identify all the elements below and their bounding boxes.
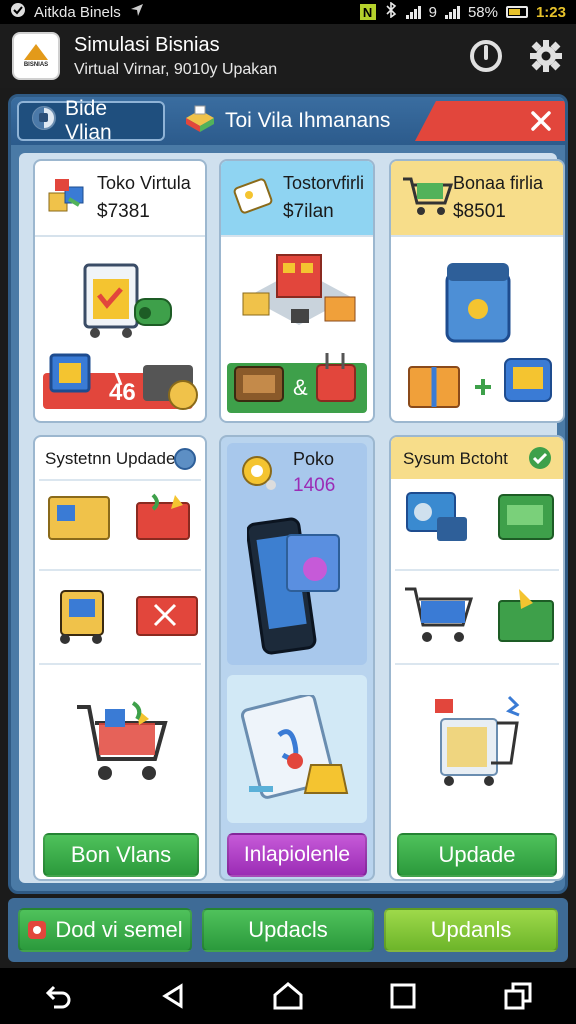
mailbox-icon: [441, 257, 517, 352]
business-grid: Toko Virtula $7381 46 Tostorvfirli $7ila…: [19, 153, 565, 883]
store-building-icon: [237, 247, 361, 348]
inlapiolenle-button[interactable]: Inlapiolenle: [227, 833, 367, 877]
card-title: Sysum Bctoht: [403, 449, 508, 468]
signal-icon: [405, 5, 421, 19]
shopping-list-icon: [427, 693, 537, 794]
bluetooth-icon: [384, 1, 398, 22]
printer-icon: [45, 585, 201, 652]
notification-icon: [10, 2, 26, 22]
tag-icon: [231, 173, 277, 219]
main-panel: Bide Vlian Toi Vila Ihmanans Toko Virtul…: [8, 94, 568, 894]
n-badge-icon: N: [359, 4, 376, 20]
card-title: Tostorvfirli: [283, 173, 365, 193]
shopping-cart-icon: [75, 699, 175, 794]
updanls-button[interactable]: Updanls: [384, 908, 558, 952]
card-systetnn-updade[interactable]: Systetnn Updade Bon Vlans: [33, 435, 207, 881]
globe-icon: [31, 105, 57, 137]
card-title: Poko: [293, 449, 335, 469]
battery-icon: [505, 6, 528, 18]
app-logo: BISNIAS: [12, 32, 60, 80]
card-subtitle: 1406: [293, 475, 336, 496]
signal-icon-2: [444, 5, 460, 19]
bon-vlans-button[interactable]: Bon Vlans: [43, 833, 199, 877]
triangle-back-icon[interactable]: [153, 976, 193, 1016]
card-badge-number: 46: [109, 379, 136, 406]
multiwindow-icon[interactable]: [498, 976, 538, 1016]
dod-vi-semel-button[interactable]: Dod vi semel: [18, 908, 192, 952]
back-icon[interactable]: [38, 976, 78, 1016]
system-nav-bar: [0, 968, 576, 1024]
app-subtitle: Virtual Virnar, 9010y Upakan: [74, 60, 278, 78]
shopping-bag-icon: [79, 255, 179, 350]
svg-text:&: &: [293, 375, 308, 400]
card-title: Toko Virtula: [97, 173, 191, 193]
card-bonaa-firlia[interactable]: Bonaa firlia $8501: [389, 159, 565, 423]
safe-cash-icon: [403, 487, 559, 558]
status-app-label: Aitkda Binels: [34, 3, 121, 21]
status-bar: Aitkda Binels N 9 58% 1:23: [0, 0, 576, 24]
card-sysum-bctoht[interactable]: Sysum Bctoht Updade: [389, 435, 565, 881]
card-price: $8501: [453, 201, 506, 222]
record-icon: [27, 920, 47, 940]
gift-box-icon: [45, 173, 91, 219]
tab-bar: Bide Vlian Toi Vila Ihmanans: [11, 97, 565, 145]
gear-coins-icon: [237, 449, 277, 498]
tab-bide-vlian[interactable]: Bide Vlian: [17, 97, 165, 144]
card-toko-virtula[interactable]: Toko Virtula $7381 46: [33, 159, 207, 423]
card-title: Bonaa firlia: [453, 173, 544, 193]
gear-icon[interactable]: [528, 38, 564, 74]
card-price: $7ilan: [283, 201, 334, 222]
check-icon: [527, 445, 553, 476]
box-icon: [183, 104, 217, 138]
battery-percent: 58%: [467, 3, 498, 21]
card-title: Systetnn Updade: [45, 449, 176, 468]
bottom-action-bar: Dod vi semel Updacls Updanls: [8, 898, 568, 962]
tool-box-icon: &: [231, 349, 361, 418]
tab-label: Bide Vlian: [65, 97, 112, 144]
close-icon[interactable]: [523, 103, 559, 139]
app-logo-text: BISNIAS: [23, 62, 49, 68]
card-tostorvfirli[interactable]: Tostorvfirli $7ilan &: [219, 159, 375, 423]
secure-device-icon: [240, 693, 357, 812]
recents-icon[interactable]: [383, 976, 423, 1016]
button-label: Dod vi semel: [55, 917, 183, 942]
cart-flag-icon: [403, 583, 559, 658]
location-icon: [129, 2, 145, 22]
updacls-button[interactable]: Updacls: [202, 908, 374, 952]
cart-icon: [401, 173, 454, 219]
app-title: Simulasi Bisnias: [74, 33, 220, 56]
status-time: 1:23: [535, 3, 566, 21]
home-icon[interactable]: [268, 976, 308, 1016]
app-header: BISNIAS Simulasi Bisnias Virtual Virnar,…: [0, 24, 576, 88]
card-price: $7381: [97, 201, 150, 222]
tab-toi-vila[interactable]: Toi Vila Ihmanans: [171, 101, 411, 141]
tab-label: Toi Vila Ihmanans: [225, 109, 391, 132]
card-poko[interactable]: Poko 1406 Inlapiolenle: [219, 435, 375, 881]
power-icon[interactable]: [468, 38, 504, 74]
updade-button[interactable]: Updade: [397, 833, 557, 877]
gift-plus-icon: [405, 349, 559, 420]
smartphone-icon: [245, 515, 347, 660]
signal-label-1: 9: [428, 3, 437, 21]
packages-icon: [45, 489, 201, 556]
circle-icon: [173, 447, 197, 476]
